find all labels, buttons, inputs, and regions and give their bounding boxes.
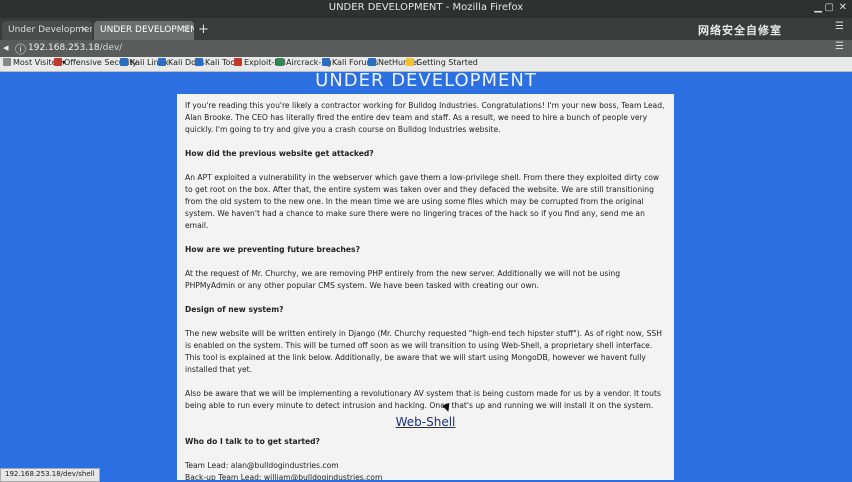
gear-icon bbox=[3, 58, 11, 66]
content-panel: If you're reading this you're likely a c… bbox=[177, 94, 674, 480]
info-icon[interactable]: ⓘ bbox=[15, 41, 26, 57]
new-tab-icon[interactable]: + bbox=[198, 22, 209, 37]
watermark: 网络安全自修室 bbox=[698, 24, 782, 37]
minimize-icon[interactable]: ▁ bbox=[814, 2, 822, 13]
window-title: UNDER DEVELOPMENT - Mozilla Firefox bbox=[328, 2, 524, 13]
bookmark-getting-started[interactable]: Getting Started bbox=[406, 58, 478, 67]
kali-icon bbox=[322, 58, 330, 66]
back-icon[interactable]: ◂ bbox=[3, 41, 9, 54]
close-tab-icon[interactable]: ✕ bbox=[80, 21, 88, 40]
answer-paragraph: Also be aware that we will be implementi… bbox=[185, 389, 661, 410]
answer-paragraph: At the request of Mr. Churchy, we are re… bbox=[185, 269, 621, 290]
page-title: UNDER DEVELOPMENT bbox=[315, 70, 537, 91]
firefox-icon bbox=[406, 58, 414, 66]
navigation-bar: ◂ ⓘ 192.168.253.18/dev/ ☰ bbox=[0, 40, 852, 57]
tab-label: Under Development bbox=[8, 25, 92, 35]
question-heading: How did the previous website get attacke… bbox=[185, 149, 374, 158]
kali-icon bbox=[195, 58, 203, 66]
close-tab-icon[interactable]: ✕ bbox=[182, 21, 190, 40]
url-path: /dev/ bbox=[99, 43, 123, 53]
toolbar-icons[interactable]: ☰ bbox=[835, 21, 844, 32]
tab-under-development[interactable]: Under Development ✕ bbox=[2, 21, 92, 40]
question-heading: How are we preventing future breaches? bbox=[185, 245, 360, 254]
web-shell-link[interactable]: Web-Shell bbox=[396, 415, 456, 429]
kali-icon bbox=[158, 58, 166, 66]
maximize-icon[interactable]: ▢ bbox=[825, 2, 834, 13]
url-host: 192.168.253.18 bbox=[28, 43, 100, 53]
aircrack-icon bbox=[276, 58, 284, 66]
window-title-bar: UNDER DEVELOPMENT - Mozilla Firefox ▁ ▢ … bbox=[0, 0, 852, 18]
close-window-icon[interactable]: ✕ bbox=[839, 2, 847, 13]
question-heading: Design of new system? bbox=[185, 305, 284, 314]
offsec-icon bbox=[54, 58, 62, 66]
address-bar[interactable]: 192.168.253.18/dev/ bbox=[28, 42, 278, 55]
contact-team-lead: Team Lead: alan@bulldogindustries.com bbox=[185, 461, 339, 470]
kali-icon bbox=[368, 58, 376, 66]
intro-paragraph: If you're reading this you're likely a c… bbox=[185, 101, 665, 134]
tab-label: UNDER DEVELOPMENT bbox=[100, 25, 194, 35]
link-row: Web-Shell bbox=[185, 416, 666, 430]
menu-icon[interactable]: ☰ bbox=[835, 41, 844, 52]
tab-active[interactable]: UNDER DEVELOPMENT ✕ bbox=[94, 21, 194, 40]
answer-paragraph: An APT exploited a vulnerability in the … bbox=[185, 173, 660, 230]
question-heading: Who do I talk to to get started? bbox=[185, 437, 320, 446]
kali-icon bbox=[120, 58, 128, 66]
contact-backup-lead: Back-up Team Lead: william@bulldogindust… bbox=[185, 473, 383, 480]
exploitdb-icon bbox=[234, 58, 242, 66]
answer-paragraph: The new website will be written entirely… bbox=[185, 329, 662, 374]
